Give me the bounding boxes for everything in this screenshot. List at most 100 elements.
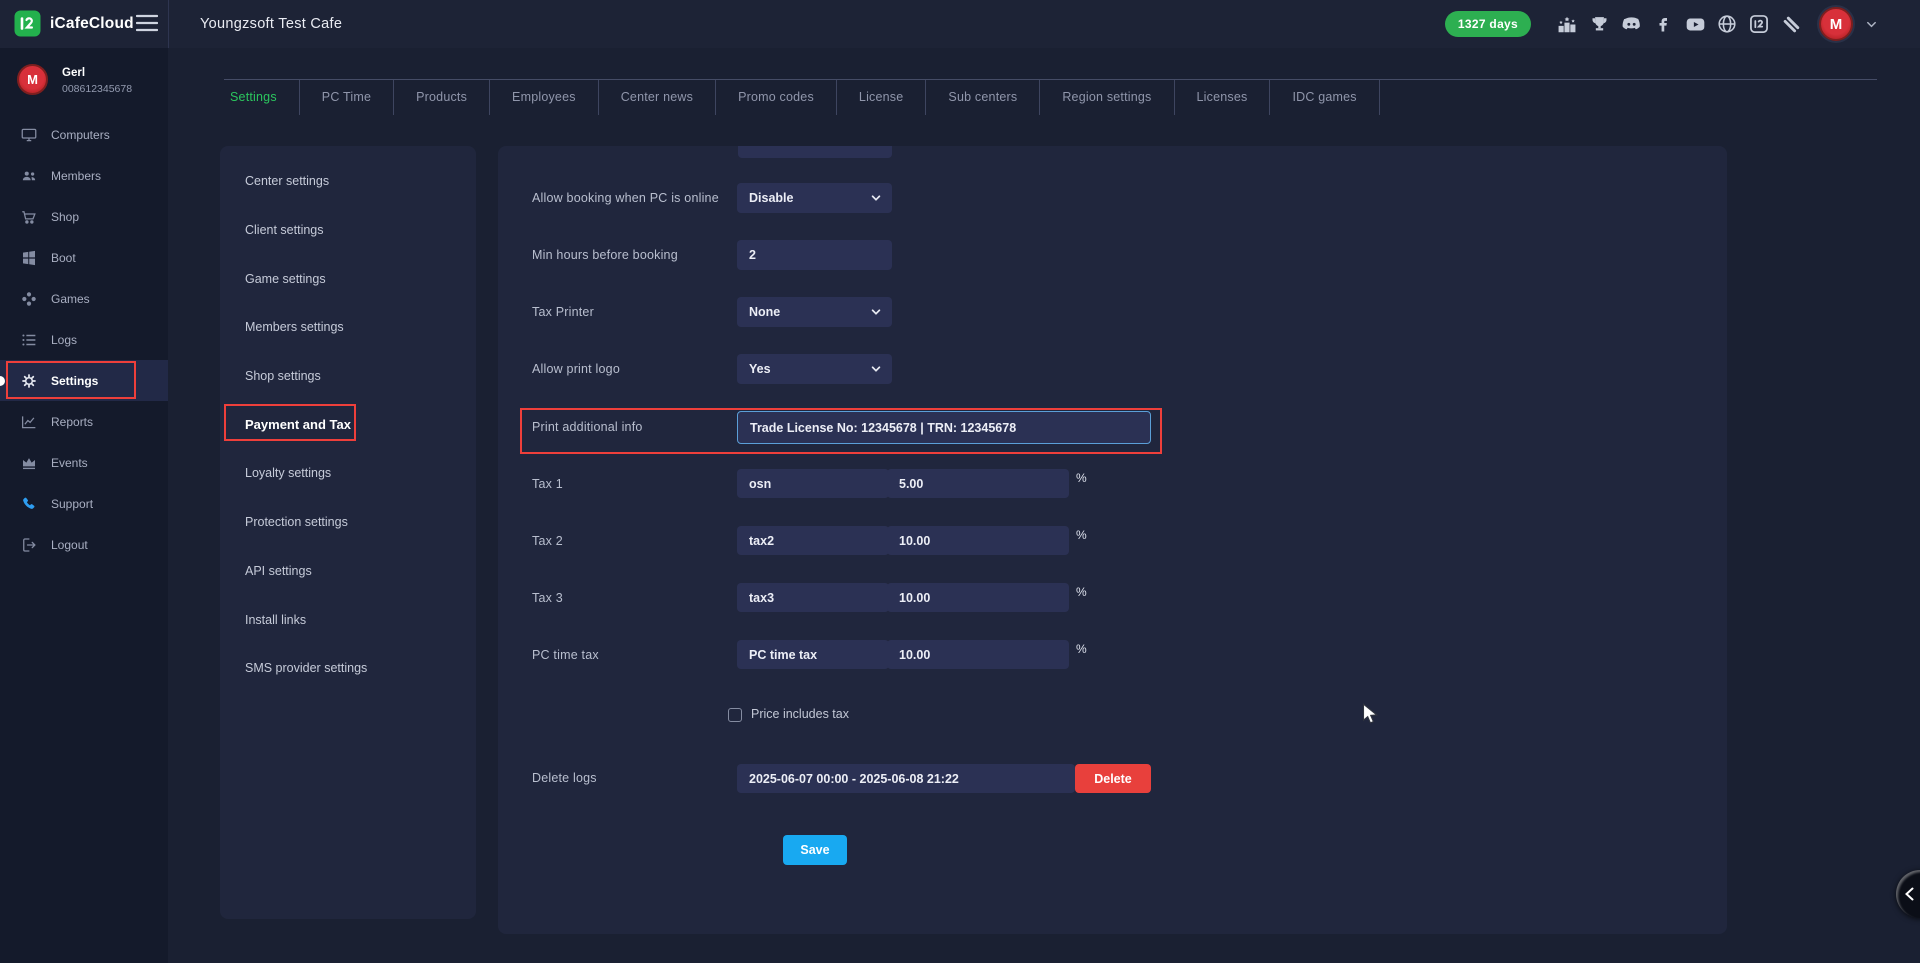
tab-idc-games[interactable]: IDC games <box>1270 80 1379 115</box>
tab-promo-codes[interactable]: Promo codes <box>716 80 837 115</box>
layers-icon[interactable] <box>1779 12 1803 36</box>
sidebar-user-block: M Gerl 008612345678 <box>17 64 132 95</box>
submenu-client-settings[interactable]: Client settings <box>220 206 476 255</box>
submenu-center-settings[interactable]: Center settings <box>220 157 476 206</box>
min-hours-label: Min hours before booking <box>532 248 678 262</box>
price-includes-tax-checkbox[interactable] <box>728 708 742 722</box>
icafecloud-logo-icon <box>14 10 41 37</box>
header-right-toolbar: 1327 days <box>1445 0 1878 48</box>
allow-print-logo-select[interactable]: Yes <box>737 354 892 384</box>
pc-time-tax-percent-sign: % <box>1076 642 1087 656</box>
sidebar-item-support[interactable]: Support <box>0 483 168 524</box>
app-logo: iCafeCloud <box>14 10 134 37</box>
tax2-name-input[interactable] <box>737 526 889 555</box>
discord-icon[interactable] <box>1619 12 1643 36</box>
tax3-label: Tax 3 <box>532 591 563 605</box>
sidebar-item-label: Logs <box>51 333 77 347</box>
tax3-name-input[interactable] <box>737 583 889 612</box>
cart-icon <box>20 208 38 226</box>
sidebar-item-logs[interactable]: Logs <box>0 319 168 360</box>
tab-license[interactable]: License <box>837 80 927 115</box>
sidebar-item-logout[interactable]: Logout <box>0 524 168 565</box>
phone-icon <box>20 495 38 513</box>
sidebar-item-label: Members <box>51 169 101 183</box>
user-avatar[interactable]: M <box>1819 7 1853 41</box>
tab-employees[interactable]: Employees <box>490 80 599 115</box>
header-divider <box>168 0 169 48</box>
sidebar-item-label: Logout <box>51 538 88 552</box>
submenu-sms-provider-settings[interactable]: SMS provider settings <box>220 644 476 693</box>
sidebar-item-reports[interactable]: Reports <box>0 401 168 442</box>
pc-time-tax-label: PC time tax <box>532 648 599 662</box>
facebook-icon[interactable] <box>1651 12 1675 36</box>
tab-products[interactable]: Products <box>394 80 490 115</box>
sidebar-item-computers[interactable]: Computers <box>0 114 168 155</box>
tax1-name-input[interactable] <box>737 469 889 498</box>
tab-pc-time[interactable]: PC Time <box>300 80 394 115</box>
edge-collapse-button[interactable] <box>1896 870 1920 918</box>
sidebar-item-label: Events <box>51 456 88 470</box>
globe-icon[interactable] <box>1715 12 1739 36</box>
pc-time-tax-rate-input[interactable] <box>887 640 1069 669</box>
chevron-down-icon <box>870 192 882 204</box>
submenu-game-settings[interactable]: Game settings <box>220 254 476 303</box>
members-icon <box>20 167 38 185</box>
min-hours-input[interactable] <box>737 240 892 270</box>
tax3-rate-input[interactable] <box>887 583 1069 612</box>
print-additional-info-input[interactable] <box>737 411 1151 444</box>
tab-sub-centers[interactable]: Sub centers <box>926 80 1040 115</box>
sidebar-item-shop[interactable]: Shop <box>0 196 168 237</box>
chevron-left-icon <box>1904 887 1915 901</box>
sidebar-item-events[interactable]: Events <box>0 442 168 483</box>
tax2-label: Tax 2 <box>532 534 563 548</box>
tax-printer-select[interactable]: None <box>737 297 892 327</box>
app-root: iCafeCloud Youngzsoft Test Cafe 1327 day… <box>0 0 1920 963</box>
sidebar-item-label: Games <box>51 292 90 306</box>
submenu-shop-settings[interactable]: Shop settings <box>220 352 476 401</box>
tax3-percent-sign: % <box>1076 585 1087 599</box>
chevron-down-icon[interactable] <box>1865 18 1878 31</box>
payment-tax-form-panel: Allow booking when PC is online Disable … <box>498 146 1727 934</box>
youtube-icon[interactable] <box>1683 12 1707 36</box>
ranking-icon[interactable] <box>1555 12 1579 36</box>
save-button[interactable]: Save <box>783 835 847 865</box>
tab-region-settings[interactable]: Region settings <box>1040 80 1174 115</box>
tax1-percent-sign: % <box>1076 471 1087 485</box>
tab-settings[interactable]: Settings <box>224 80 300 115</box>
games-icon <box>20 290 38 308</box>
tax2-rate-input[interactable] <box>887 526 1069 555</box>
pc-time-tax-name-input[interactable] <box>737 640 889 669</box>
submenu-api-settings[interactable]: API settings <box>220 547 476 596</box>
sidebar-item-label: Boot <box>51 251 76 265</box>
submenu-install-links[interactable]: Install links <box>220 595 476 644</box>
logout-icon <box>20 536 38 554</box>
delete-logs-date-range-input[interactable] <box>737 764 1075 793</box>
sidebar: M Gerl 008612345678 Computers Members <box>0 48 168 963</box>
monitor-icon <box>20 126 38 144</box>
sidebar-item-boot[interactable]: Boot <box>0 237 168 278</box>
delete-button[interactable]: Delete <box>1075 764 1151 793</box>
tab-licenses[interactable]: Licenses <box>1175 80 1271 115</box>
trophy-icon[interactable] <box>1587 12 1611 36</box>
tax-printer-value: None <box>749 305 780 319</box>
icafecloud-link-icon[interactable] <box>1747 12 1771 36</box>
submenu-members-settings[interactable]: Members settings <box>220 303 476 352</box>
sidebar-item-label: Shop <box>51 210 79 224</box>
delete-logs-label: Delete logs <box>532 771 597 785</box>
tax2-percent-sign: % <box>1076 528 1087 542</box>
sidebar-nav: Computers Members Shop Boot <box>0 114 168 565</box>
allow-booking-select[interactable]: Disable <box>737 183 892 213</box>
sidebar-item-settings[interactable]: Settings <box>0 360 168 401</box>
crown-icon <box>20 454 38 472</box>
sidebar-item-members[interactable]: Members <box>0 155 168 196</box>
submenu-loyalty-settings[interactable]: Loyalty settings <box>220 449 476 498</box>
submenu-protection-settings[interactable]: Protection settings <box>220 498 476 547</box>
submenu-payment-and-tax[interactable]: Payment and Tax <box>220 400 476 449</box>
chart-icon <box>20 413 38 431</box>
tax1-rate-input[interactable] <box>887 469 1069 498</box>
sidebar-item-games[interactable]: Games <box>0 278 168 319</box>
hamburger-menu-icon[interactable] <box>136 14 158 32</box>
tab-center-news[interactable]: Center news <box>599 80 716 115</box>
clipped-input[interactable] <box>738 146 892 158</box>
cafe-name-title: Youngzsoft Test Cafe <box>200 0 342 48</box>
